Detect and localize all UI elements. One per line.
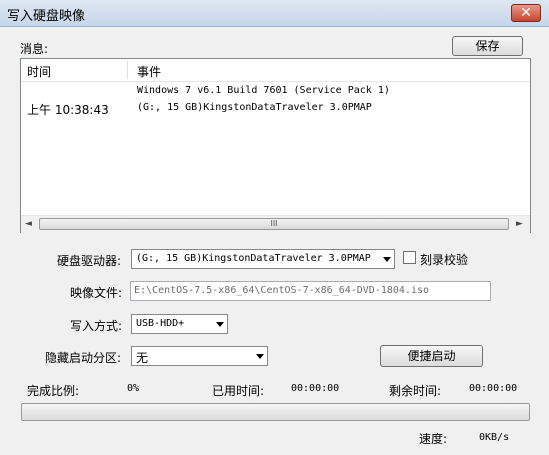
list-item[interactable]: Windows 7 v6.1 Build 7601 (Service Pack …: [21, 83, 530, 99]
column-header-event[interactable]: 事件: [137, 63, 161, 80]
column-header-time[interactable]: 时间: [27, 63, 51, 80]
drive-select-value: (G:, 15 GB)KingstonDataTraveler 3.0PMAP: [136, 253, 371, 264]
remaining-value: 00:00:00: [469, 383, 518, 394]
elapsed-value: 00:00:00: [291, 383, 340, 394]
verify-checkbox[interactable]: [403, 251, 416, 264]
scroll-left-icon[interactable]: ◄: [25, 219, 32, 229]
scroll-thumb[interactable]: III: [39, 218, 509, 230]
message-list[interactable]: 时间 事件 Windows 7 v6.1 Build 7601 (Service…: [20, 58, 531, 233]
list-item-event: Windows 7 v6.1 Build 7601 (Service Pack …: [137, 85, 390, 96]
window-title: 写入硬盘映像: [7, 9, 86, 24]
hidden-partition-label: 隐藏启动分区:: [45, 351, 122, 365]
list-item[interactable]: 上午 10:38:43 (G:, 15 GB)KingstonDataTrave…: [21, 100, 530, 117]
hidden-partition-value: 无: [136, 351, 149, 365]
speed-label: 速度:: [419, 432, 448, 446]
drive-select[interactable]: (G:, 15 GB)KingstonDataTraveler 3.0PMAP: [131, 249, 395, 269]
list-item-event: (G:, 15 GB)KingstonDataTraveler 3.0PMAP: [137, 102, 372, 113]
verify-label[interactable]: 刻录校验: [420, 251, 468, 268]
image-file-field[interactable]: E:\CentOS-7.5-x86_64\CentOS-7-x86_64-DVD…: [130, 281, 491, 301]
column-divider: [127, 61, 128, 79]
hidden-partition-select[interactable]: 无: [131, 346, 268, 366]
close-button[interactable]: ✕: [511, 4, 541, 22]
drive-label: 硬盘驱动器:: [57, 254, 122, 268]
close-icon: ✕: [520, 5, 532, 21]
title-bar: 写入硬盘映像 ✕: [0, 0, 549, 27]
write-mode-value: USB-HDD+: [136, 318, 185, 329]
chevron-down-icon: [256, 354, 264, 359]
messages-label: 消息:: [20, 42, 49, 56]
progress-value: 0%: [127, 383, 140, 394]
save-button[interactable]: 保存: [452, 36, 523, 56]
quick-boot-button[interactable]: 便捷启动: [380, 345, 483, 367]
progress-bar: [21, 403, 530, 421]
list-item-time: 上午 10:38:43: [27, 103, 109, 117]
progress-label: 完成比例:: [27, 384, 80, 398]
speed-value: 0KB/s: [479, 432, 510, 443]
chevron-down-icon: [383, 257, 391, 262]
elapsed-label: 已用时间:: [212, 384, 265, 398]
remaining-label: 剩余时间:: [389, 384, 442, 398]
chevron-down-icon: [216, 322, 224, 327]
horizontal-scrollbar[interactable]: ◄ III ►: [21, 215, 530, 233]
image-file-label: 映像文件:: [70, 286, 123, 300]
scroll-right-icon[interactable]: ►: [516, 219, 523, 229]
write-mode-select[interactable]: USB-HDD+: [131, 314, 228, 334]
write-mode-label: 写入方式:: [70, 319, 123, 333]
list-header: 时间 事件: [21, 59, 530, 82]
image-file-value: E:\CentOS-7.5-x86_64\CentOS-7-x86_64-DVD…: [134, 285, 430, 296]
